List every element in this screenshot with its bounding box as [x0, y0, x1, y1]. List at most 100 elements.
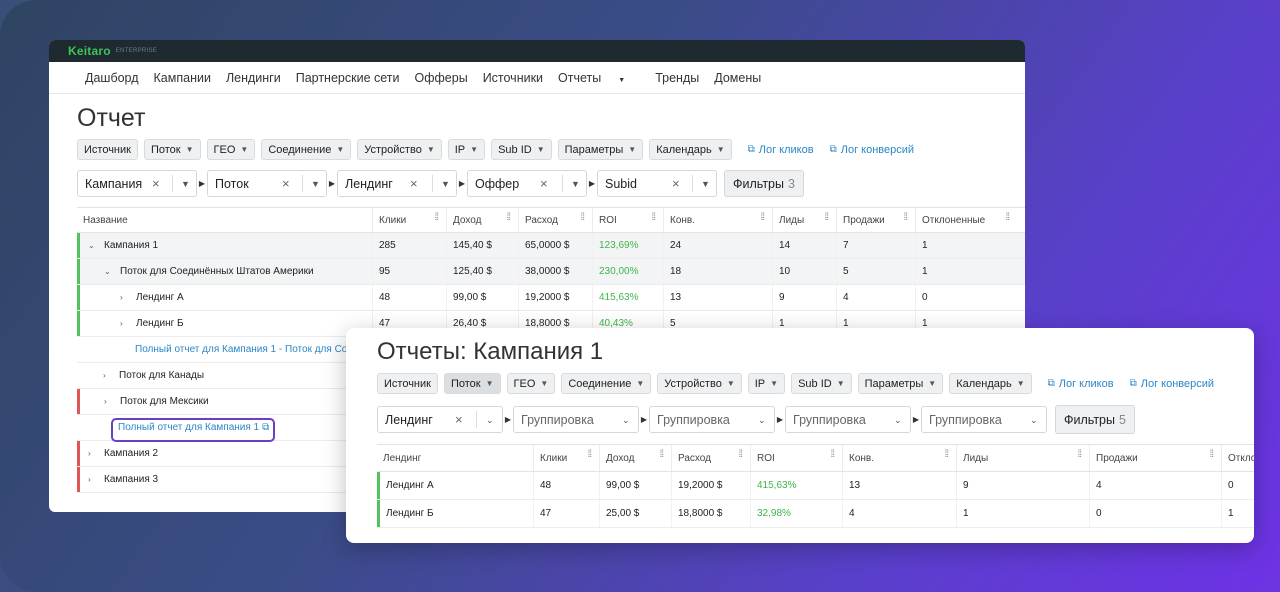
chevron-right-icon[interactable]: › [88, 449, 96, 458]
nav-affiliate-networks[interactable]: Партнерские сети [296, 71, 400, 85]
column-header-clicks[interactable]: Клики ⁞⁞ [533, 445, 599, 471]
grouping-select-empty[interactable]: Группировка ⌄ [785, 406, 911, 433]
grouping-value: Subid [605, 176, 637, 191]
column-header-conv[interactable]: Конв. ⁞⁞ [663, 208, 772, 232]
clear-icon[interactable]: × [540, 176, 548, 191]
grouping-select-empty[interactable]: Группировка ⌄ [921, 406, 1047, 433]
table-row[interactable]: ⌄ Поток для Соединённых Штатов Америки 95… [77, 259, 1025, 285]
drag-handle-icon[interactable]: ⁞⁞ [824, 213, 828, 223]
grouping-select-landing[interactable]: Лендинг × ▼ [337, 170, 457, 197]
drag-handle-icon[interactable]: ⁞⁞ [760, 213, 764, 223]
drag-handle-icon[interactable]: ⁞⁞ [506, 213, 510, 223]
column-header-sales[interactable]: Продажи ⁞⁞ [836, 208, 915, 232]
column-header-income[interactable]: Доход ⁞⁞ [599, 445, 671, 471]
column-header-cost[interactable]: Расход ⁞⁞ [518, 208, 592, 232]
table-row[interactable]: ⌄ Кампания 1 285 145,40 $ 65,0000 $ 123,6… [77, 233, 1025, 259]
chevron-right-icon[interactable]: › [120, 293, 128, 302]
filter-button-source[interactable]: Источник [377, 373, 438, 394]
grouping-select-landing[interactable]: Лендинг × ⌄ [377, 406, 503, 433]
clear-icon[interactable]: × [672, 176, 680, 191]
chevron-down-icon[interactable]: ⌄ [88, 241, 96, 250]
drag-handle-icon[interactable]: ⁞⁞ [587, 450, 591, 460]
chevron-right-icon[interactable]: › [103, 371, 111, 380]
nav-domains[interactable]: Домены [714, 71, 761, 85]
filter-button-params[interactable]: Параметры ▼ [857, 373, 944, 394]
grouping-select-empty[interactable]: Группировка ⌄ [649, 406, 775, 433]
drag-handle-icon[interactable]: ⁞⁞ [944, 450, 948, 460]
campaign-report-window: Отчеты: Кампания 1 Источник Поток ▼ ГЕО ▼ … [346, 328, 1254, 543]
grouping-select-subid[interactable]: Subid × ▼ [597, 170, 717, 197]
filter-button-stream[interactable]: Поток ▼ [143, 139, 201, 160]
chevron-right-icon[interactable]: › [88, 475, 96, 484]
grouping-select-campaign[interactable]: Кампания × ▼ [77, 170, 197, 197]
chevron-down-icon[interactable]: ⌄ [104, 267, 112, 276]
filter-button-device[interactable]: Устройство ▼ [357, 139, 442, 160]
filters-button[interactable]: Фильтры 5 [1055, 405, 1135, 434]
nav-sources[interactable]: Источники [483, 71, 543, 85]
nav-dashboard[interactable]: Дашборд [85, 71, 139, 85]
drag-handle-icon[interactable]: ⁞⁞ [659, 450, 663, 460]
column-header-landing[interactable]: Лендинг [377, 445, 533, 471]
drag-handle-icon[interactable]: ⁞⁞ [434, 213, 438, 223]
drag-handle-icon[interactable]: ⁞⁞ [830, 450, 834, 460]
clear-icon[interactable]: × [410, 176, 418, 191]
clear-icon[interactable]: × [152, 176, 160, 191]
column-header-name[interactable]: Название [77, 208, 372, 232]
table-row[interactable]: Лендинг А 48 99,00 $ 19,2000 $ 415,63% 1… [377, 472, 1254, 500]
clear-icon[interactable]: × [282, 176, 290, 191]
filter-button-device[interactable]: Устройство ▼ [657, 373, 742, 394]
filter-button-connection[interactable]: Соединение ▼ [261, 139, 352, 160]
nav-offers[interactable]: Офферы [415, 71, 468, 85]
drag-handle-icon[interactable]: ⁞⁞ [1005, 213, 1009, 223]
clear-icon[interactable]: × [455, 412, 463, 427]
grouping-select-stream[interactable]: Поток × ▼ [207, 170, 327, 197]
filter-button-geo[interactable]: ГЕО ▼ [506, 373, 556, 394]
table-row[interactable]: Лендинг Б 47 25,00 $ 18,8000 $ 32,98% 4 … [377, 500, 1254, 528]
nav-landings[interactable]: Лендинги [226, 71, 281, 85]
nav-trends[interactable]: Тренды [655, 71, 699, 85]
column-header-rejected[interactable]: Откло [1221, 445, 1254, 471]
drag-handle-icon[interactable]: ⁞⁞ [651, 213, 655, 223]
drag-handle-icon[interactable]: ⁞⁞ [1077, 450, 1081, 460]
column-header-roi[interactable]: ROI ⁞⁞ [592, 208, 663, 232]
filter-button-geo[interactable]: ГЕО ▼ [206, 139, 256, 160]
column-header-leads[interactable]: Лиды ⁞⁞ [956, 445, 1089, 471]
column-header-rejected[interactable]: Отклоненные ⁞⁞ [915, 208, 1017, 232]
conversion-log-link[interactable]: ⧉ Лог конверсий [1130, 378, 1214, 390]
conversion-log-link[interactable]: ⧉ Лог конверсий [830, 144, 914, 156]
filter-button-ip[interactable]: IP ▼ [447, 139, 486, 160]
chevron-right-icon[interactable]: › [104, 397, 112, 406]
drag-handle-icon[interactable]: ⁞⁞ [580, 213, 584, 223]
filter-button-connection[interactable]: Соединение ▼ [561, 373, 652, 394]
drag-handle-icon[interactable]: ⁞⁞ [1209, 450, 1213, 460]
filter-button-ip[interactable]: IP ▼ [747, 373, 786, 394]
filter-button-stream[interactable]: Поток ▼ [443, 373, 501, 394]
filter-button-subid[interactable]: Sub ID ▼ [491, 139, 552, 160]
grouping-select-empty[interactable]: Группировка ⌄ [513, 406, 639, 433]
table-row[interactable]: › Лендинг А 48 99,00 $ 19,2000 $ 415,63% … [77, 285, 1025, 311]
column-header-clicks[interactable]: Клики ⁞⁞ [372, 208, 446, 232]
highlight-outline [111, 418, 275, 442]
click-log-link[interactable]: ⧉ Лог кликов [748, 144, 814, 156]
column-header-income[interactable]: Доход ⁞⁞ [446, 208, 518, 232]
column-header-roi[interactable]: ROI ⁞⁞ [750, 445, 842, 471]
filter-button-calendar[interactable]: Календарь ▼ [949, 373, 1032, 394]
nav-campaigns[interactable]: Кампании [154, 71, 211, 85]
column-header-sales[interactable]: Продажи ⁞⁞ [1089, 445, 1221, 471]
chevron-right-icon[interactable]: › [120, 319, 128, 328]
filter-button-calendar[interactable]: Календарь ▼ [649, 139, 732, 160]
filter-button-subid[interactable]: Sub ID ▼ [791, 373, 852, 394]
filters-count: 5 [1118, 412, 1126, 427]
cell-clicks: 48 [533, 472, 599, 499]
click-log-link[interactable]: ⧉ Лог кликов [1048, 378, 1114, 390]
column-header-leads[interactable]: Лиды ⁞⁞ [772, 208, 836, 232]
drag-handle-icon[interactable]: ⁞⁞ [738, 450, 742, 460]
nav-reports[interactable]: Отчеты ▼ [558, 71, 640, 85]
column-header-conv[interactable]: Конв. ⁞⁞ [842, 445, 956, 471]
filter-button-params[interactable]: Параметры ▼ [557, 139, 644, 160]
filters-button[interactable]: Фильтры 3 [724, 170, 804, 197]
filter-button-source[interactable]: Источник [77, 139, 138, 160]
column-header-cost[interactable]: Расход ⁞⁞ [671, 445, 750, 471]
drag-handle-icon[interactable]: ⁞⁞ [903, 213, 907, 223]
grouping-select-offer[interactable]: Оффер × ▼ [467, 170, 587, 197]
